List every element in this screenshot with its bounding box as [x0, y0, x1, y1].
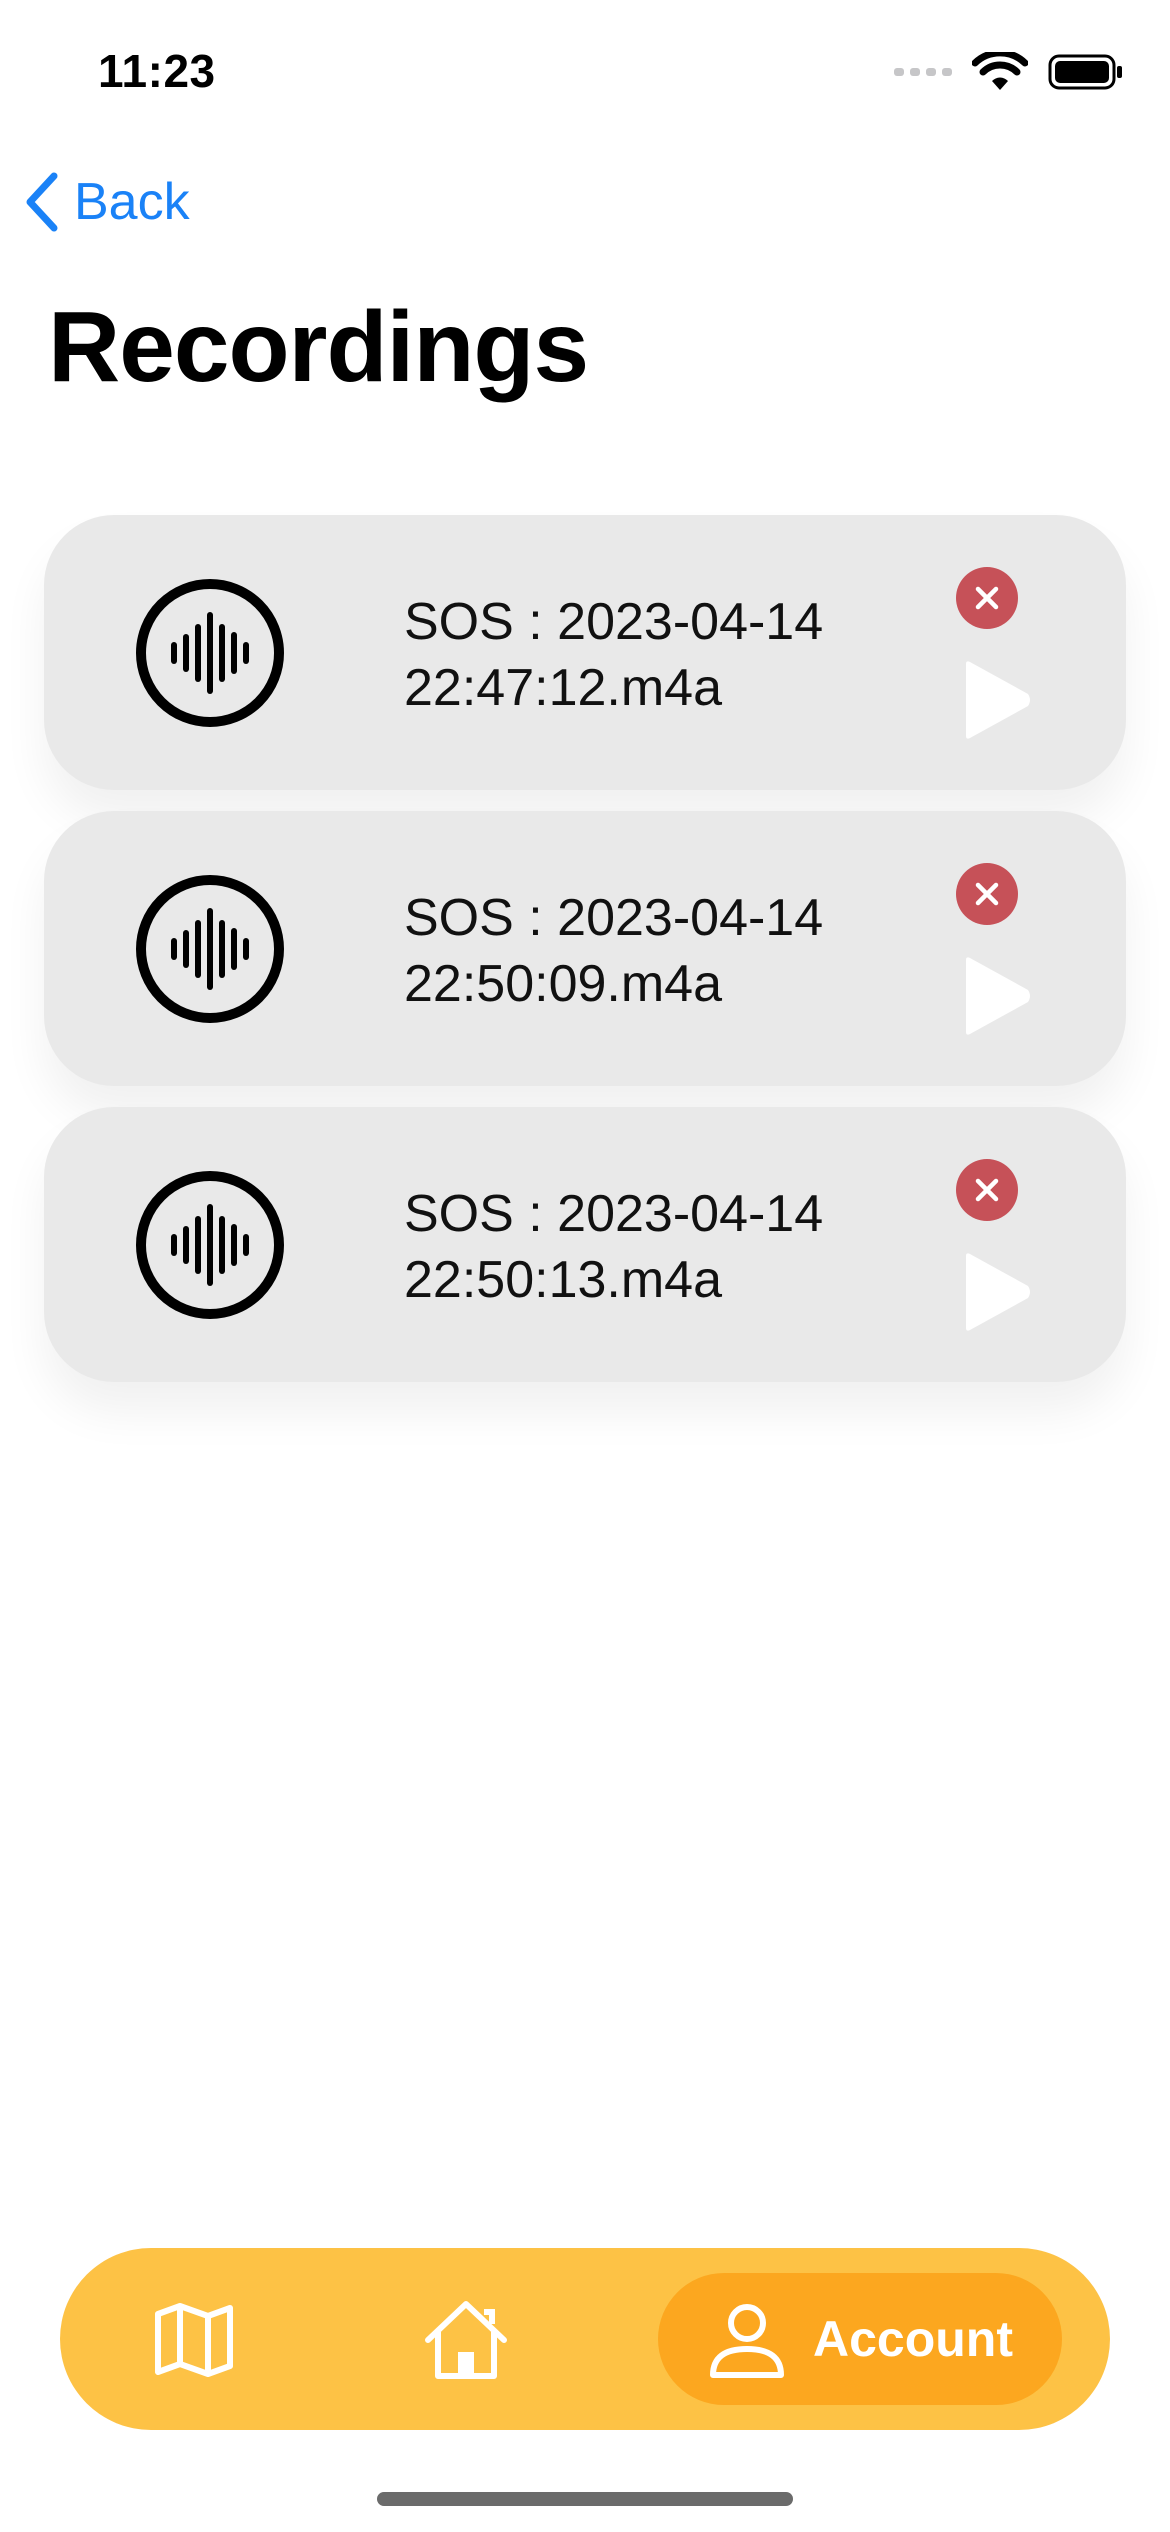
tab-map[interactable] — [150, 2296, 238, 2384]
audio-waveform-icon — [136, 875, 284, 1023]
recording-card: SOS : 2023-04-14 22:47:12.m4a — [44, 515, 1126, 790]
play-button[interactable] — [954, 956, 1034, 1036]
map-icon — [155, 2303, 233, 2377]
back-button[interactable]: Back — [24, 172, 190, 232]
close-icon — [975, 1178, 999, 1202]
wifi-icon — [972, 52, 1028, 90]
delete-recording-button[interactable] — [956, 1159, 1018, 1221]
delete-recording-button[interactable] — [956, 567, 1018, 629]
audio-waveform-icon — [136, 1171, 284, 1319]
recording-name: SOS : 2023-04-14 22:47:12.m4a — [404, 593, 824, 717]
close-icon — [975, 882, 999, 906]
recording-card: SOS : 2023-04-14 22:50:13.m4a — [44, 1107, 1126, 1382]
close-icon — [975, 586, 999, 610]
tab-home[interactable] — [422, 2296, 510, 2384]
play-button[interactable] — [954, 1252, 1034, 1332]
recording-card: SOS : 2023-04-14 22:50:09.m4a — [44, 811, 1126, 1086]
delete-recording-button[interactable] — [956, 863, 1018, 925]
home-icon — [425, 2301, 507, 2379]
play-button[interactable] — [954, 660, 1034, 740]
back-label: Back — [74, 173, 190, 231]
tab-account-label: Account — [813, 2311, 1013, 2367]
cellular-signal-icon — [894, 68, 952, 76]
chevron-left-icon — [26, 172, 58, 232]
recording-name: SOS : 2023-04-14 22:50:13.m4a — [404, 1185, 824, 1309]
page-title: Recordings — [48, 291, 589, 403]
battery-icon — [1048, 54, 1122, 90]
status-time: 11:23 — [98, 45, 216, 97]
tab-bar: Account — [60, 2248, 1110, 2430]
tab-account[interactable]: Account — [658, 2273, 1062, 2405]
audio-waveform-icon — [136, 579, 284, 727]
recordings-screen: 11:23 Back Recordings SOS: 2023-04-14 2… — [0, 0, 1170, 2532]
status-icons — [894, 52, 1124, 92]
recording-name: SOS : 2023-04-14 22:50:09.m4a — [404, 889, 824, 1013]
person-icon — [710, 2304, 784, 2378]
home-indicator[interactable] — [377, 2492, 793, 2506]
